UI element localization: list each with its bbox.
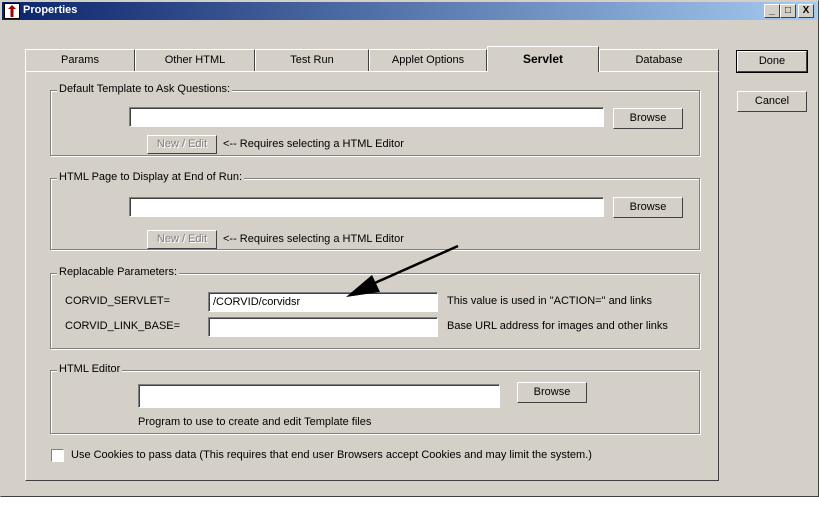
template-group-label: Default Template to Ask Questions:: [57, 83, 232, 95]
end-page-path-input[interactable]: [129, 197, 604, 217]
use-cookies-checkbox[interactable]: [51, 449, 64, 462]
template-path-input[interactable]: [129, 107, 604, 127]
template-hint: <-- Requires selecting a HTML Editor: [223, 138, 404, 150]
close-button[interactable]: X: [798, 4, 814, 18]
tab-applet-options[interactable]: Applet Options: [369, 49, 487, 71]
tab-servlet[interactable]: Servlet: [487, 46, 599, 72]
use-cookies-label: Use Cookies to pass data (This requires …: [71, 449, 592, 461]
minimize-button[interactable]: _: [764, 4, 780, 18]
html-editor-group-label: HTML Editor: [57, 363, 123, 375]
html-editor-browse-button[interactable]: Browse: [517, 382, 587, 403]
end-page-group: HTML Page to Display at End of Run: Brow…: [50, 171, 700, 250]
servlet-panel: Default Template to Ask Questions: Brows…: [25, 71, 719, 481]
template-group: Default Template to Ask Questions: Brows…: [50, 83, 700, 156]
replacable-params-group: Replacable Parameters: CORVID_SERVLET= /…: [50, 266, 700, 349]
link-base-param-label: CORVID_LINK_BASE=: [65, 320, 181, 332]
tab-database[interactable]: Database: [599, 49, 719, 71]
maximize-button[interactable]: □: [780, 4, 796, 18]
cancel-button[interactable]: Cancel: [737, 91, 807, 112]
tab-other-html[interactable]: Other HTML: [135, 49, 255, 71]
tab-params[interactable]: Params: [25, 49, 135, 71]
end-page-browse-button[interactable]: Browse: [613, 197, 683, 218]
html-editor-hint: Program to use to create and edit Templa…: [138, 416, 372, 428]
done-button[interactable]: Done: [736, 50, 808, 73]
end-page-hint: <-- Requires selecting a HTML Editor: [223, 233, 404, 245]
title-bar: Properties _ □ X: [2, 2, 817, 20]
html-editor-path-input[interactable]: [138, 384, 500, 408]
params-group-label: Replacable Parameters:: [57, 266, 180, 278]
servlet-param-note: This value is used in "ACTION=" and link…: [447, 295, 652, 307]
properties-window: Properties _ □ X Params Other HTML Test …: [0, 0, 819, 497]
html-editor-group: HTML Editor Browse Program to use to cre…: [50, 363, 700, 434]
end-page-new-edit-button[interactable]: New / Edit: [147, 230, 217, 249]
servlet-param-input[interactable]: /CORVID/corvidsr: [208, 292, 438, 312]
link-base-param-input[interactable]: [208, 317, 438, 337]
tab-test-run[interactable]: Test Run: [255, 49, 369, 71]
template-browse-button[interactable]: Browse: [613, 108, 683, 129]
servlet-param-label: CORVID_SERVLET=: [65, 295, 171, 307]
end-page-group-label: HTML Page to Display at End of Run:: [57, 171, 245, 183]
app-icon: [4, 3, 20, 19]
window-title: Properties: [23, 4, 78, 16]
link-base-param-note: Base URL address for images and other li…: [447, 320, 668, 332]
template-new-edit-button[interactable]: New / Edit: [147, 135, 217, 154]
